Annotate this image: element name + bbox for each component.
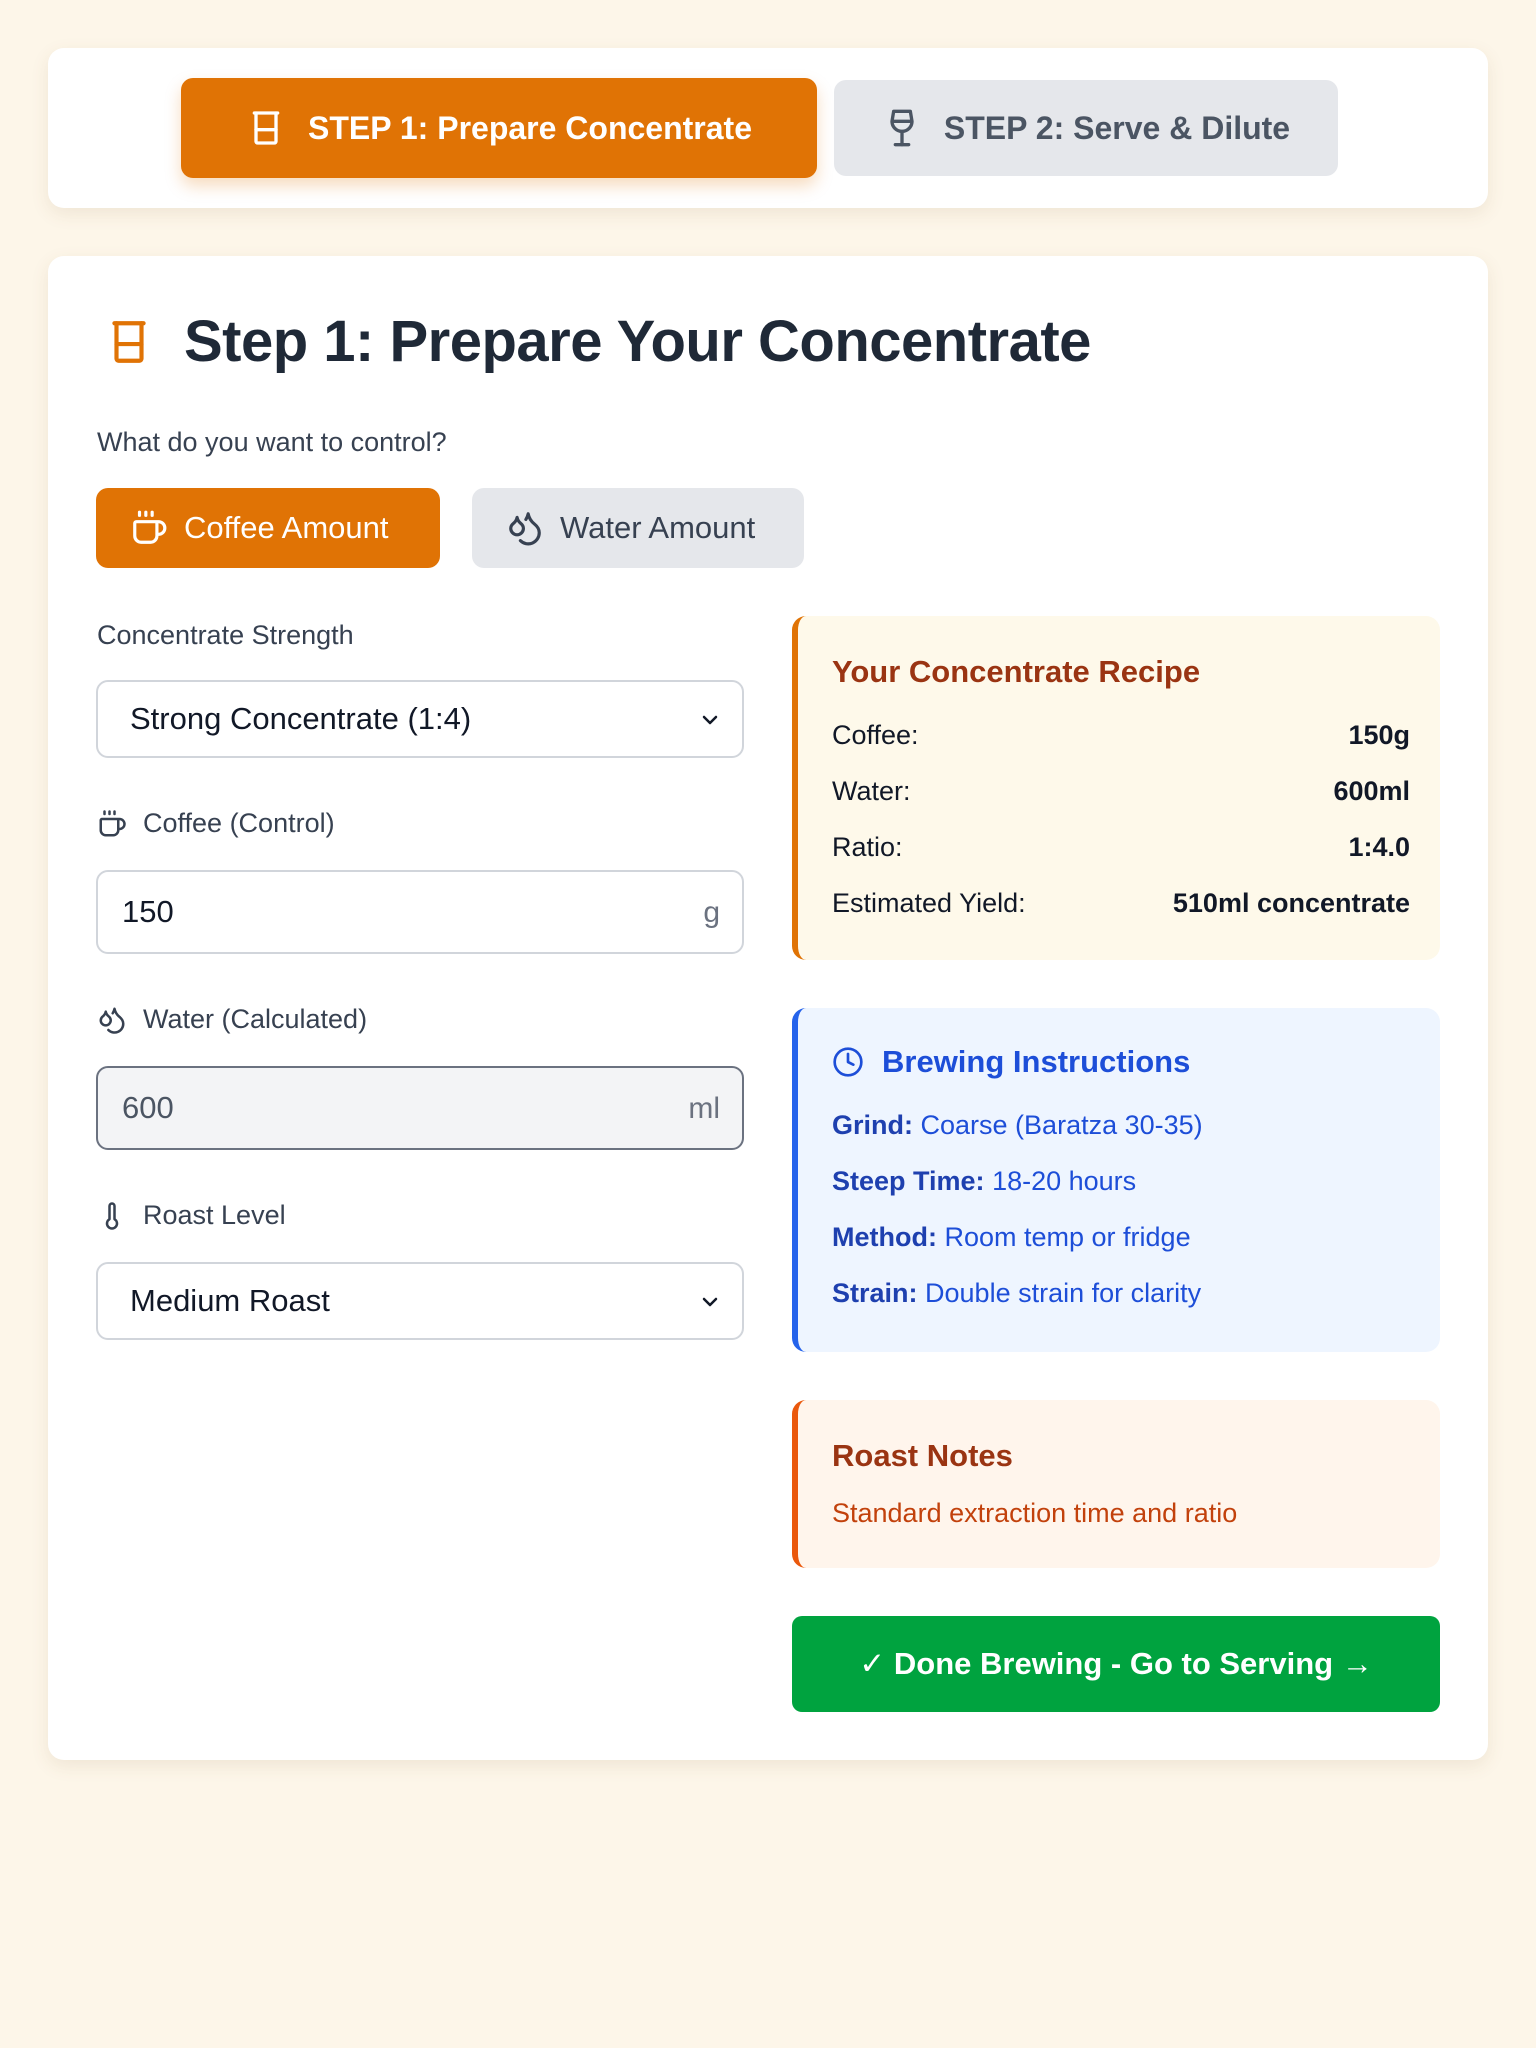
instruction-key: Method: [832,1222,937,1252]
strength-select[interactable]: Strong Concentrate (1:4) [96,680,744,758]
instruction-row: Strain: Double strain for clarity [832,1278,1201,1309]
instruction-row: Method: Room temp or fridge [832,1222,1191,1253]
water-calculated-value: 600 [122,1090,174,1125]
droplets-icon [509,512,541,546]
instruction-value: 18-20 hours [992,1166,1137,1196]
recipe-row-label: Coffee: [832,720,919,750]
roast-notes-panel: Roast Notes Standard extraction time and… [792,1400,1440,1568]
instruction-value: Coarse (Baratza 30-35) [920,1110,1203,1140]
droplets-icon [99,1007,125,1034]
coffee-input-value: 150 [122,894,174,929]
chevron-down-icon [702,715,718,725]
instruction-key: Steep Time: [832,1166,985,1196]
brewing-instructions-panel: Brewing Instructions Grind: Coarse (Bara… [792,1008,1440,1352]
coffee-amount-label: Coffee Amount [184,510,389,545]
coffee-cup-icon [99,809,126,836]
instruction-value: Room temp or fridge [944,1222,1191,1252]
strength-select-value: Strong Concentrate (1:4) [130,701,472,736]
water-amount-label: Water Amount [560,510,756,545]
coffee-unit: g [703,896,720,929]
recipe-row-value: 510ml concentrate [1172,888,1410,918]
clock-icon [833,1047,863,1077]
roast-notes-text: Standard extraction time and ratio [832,1498,1238,1528]
instructions-title: Brewing Instructions [882,1044,1191,1079]
control-question: What do you want to control? [97,427,447,457]
done-brewing-button[interactable]: ✓ Done Brewing - Go to Serving → [792,1616,1440,1712]
water-amount-button[interactable]: Water Amount [472,488,804,568]
coffee-input[interactable]: 150 g [96,870,744,954]
page-title: Step 1: Prepare Your Concentrate [184,309,1091,374]
tab-step-2[interactable]: STEP 2: Serve & Dilute [834,80,1338,176]
recipe-row: Ratio: 1:4.0 [832,832,1410,863]
water-calculated-field: 600 ml [96,1066,744,1150]
recipe-row: Coffee: 150g [832,720,1410,751]
wine-glass-icon [890,109,914,147]
instruction-key: Strain: [832,1278,918,1308]
recipe-row: Estimated Yield: 510ml concentrate [832,888,1410,919]
strength-label-text: Concentrate Strength [97,620,354,650]
roast-field-label: Roast Level [97,1200,286,1231]
step-navigation: STEP 1: Prepare Concentrate STEP 2: Serv… [48,48,1488,208]
instruction-row: Grind: Coarse (Baratza 30-35) [832,1110,1203,1141]
recipe-title: Your Concentrate Recipe [832,654,1201,689]
tab-step-1[interactable]: STEP 1: Prepare Concentrate [181,78,817,178]
roast-notes-title: Roast Notes [832,1438,1013,1473]
recipe-row-label: Estimated Yield: [832,888,1026,918]
coffee-field-label-text: Coffee (Control) [143,808,335,838]
roast-select-value: Medium Roast [130,1283,330,1318]
coffee-cup-icon [133,510,167,544]
recipe-panel: Your Concentrate Recipe Coffee: 150g Wat… [792,616,1440,960]
recipe-row: Water: 600ml [832,776,1410,807]
water-field-label-text: Water (Calculated) [143,1004,368,1034]
tab-step-2-label: STEP 2: Serve & Dilute [943,109,1291,146]
beaker-icon [112,320,146,363]
step-1-card: Step 1: Prepare Your Concentrate What do… [48,256,1488,1760]
instruction-row: Steep Time: 18-20 hours [832,1166,1136,1197]
instruction-key: Grind: [832,1110,913,1140]
chevron-down-icon [702,1297,718,1307]
instructions-title-row: Brewing Instructions [832,1044,1190,1080]
recipe-row-value: 600ml [1333,776,1410,806]
done-brewing-label: ✓ Done Brewing - Go to Serving → [859,1646,1373,1681]
recipe-row-label: Water: [832,776,911,806]
thermometer-icon [105,1201,119,1230]
beaker-icon [252,111,280,145]
strength-label: Concentrate Strength [97,620,354,651]
coffee-amount-button[interactable]: Coffee Amount [96,488,440,568]
recipe-row-label: Ratio: [832,832,903,862]
water-unit: ml [688,1092,720,1125]
roast-select[interactable]: Medium Roast [96,1262,744,1340]
instruction-value: Double strain for clarity [925,1278,1202,1308]
roast-field-label-text: Roast Level [143,1200,286,1230]
page-title-row: Step 1: Prepare Your Concentrate [104,308,1091,375]
recipe-row-value: 1:4.0 [1348,832,1410,862]
recipe-row-value: 150g [1348,720,1410,750]
coffee-field-label: Coffee (Control) [97,808,335,839]
tab-step-1-label: STEP 1: Prepare Concentrate [307,109,752,146]
water-field-label: Water (Calculated) [97,1004,367,1035]
